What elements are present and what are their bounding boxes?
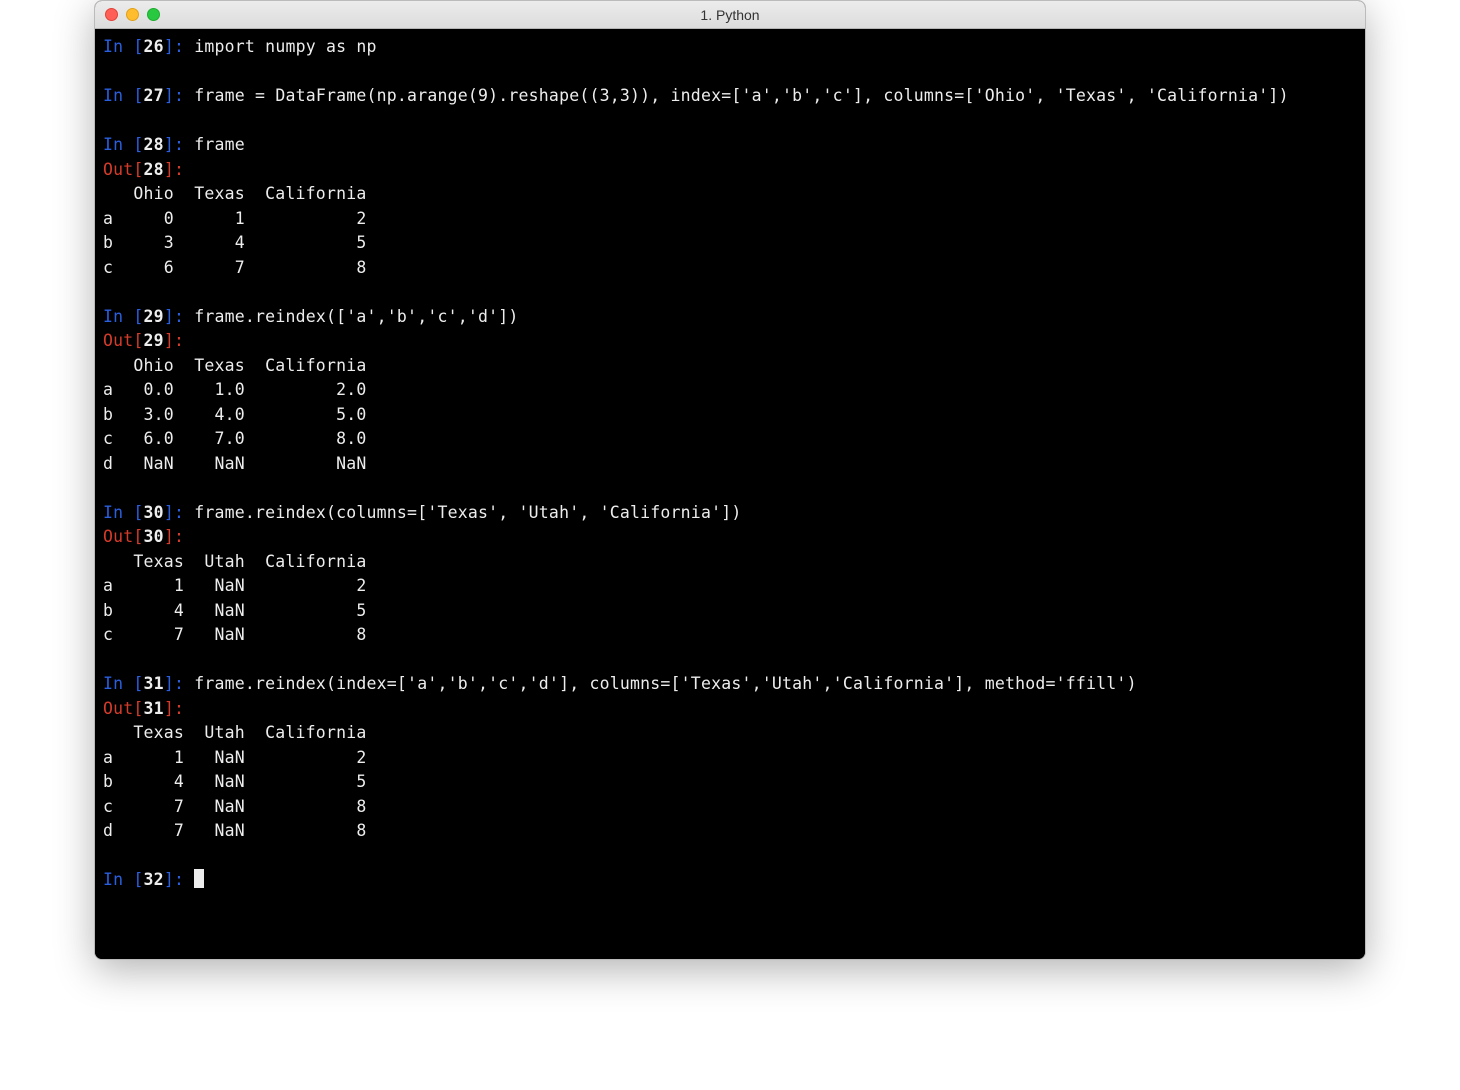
out-prompt-number: 28 xyxy=(144,160,164,179)
in-prompt-number: 32 xyxy=(144,870,164,889)
code-input: frame.reindex(columns=['Texas', 'Utah', … xyxy=(194,503,741,522)
out-prompt: Out[ xyxy=(103,527,144,546)
in-prompt: In [ xyxy=(103,503,144,522)
out-prompt: ]: xyxy=(164,699,184,718)
code-output: Texas Utah California a 1 NaN 2 b 4 NaN … xyxy=(103,723,366,840)
in-prompt: In [ xyxy=(103,870,144,889)
in-prompt-number: 30 xyxy=(144,503,164,522)
in-prompt: In [ xyxy=(103,37,144,56)
code-input: frame.reindex(index=['a','b','c','d'], c… xyxy=(194,674,1136,693)
code-output: Ohio Texas California a 0 1 2 b 3 4 5 c … xyxy=(103,184,366,277)
out-prompt: Out[ xyxy=(103,699,144,718)
in-prompt: ]: xyxy=(164,307,184,326)
code-output: Texas Utah California a 1 NaN 2 b 4 NaN … xyxy=(103,552,366,645)
code-output: Ohio Texas California a 0.0 1.0 2.0 b 3.… xyxy=(103,356,366,473)
code-input: frame xyxy=(194,135,245,154)
code-input: frame.reindex(['a','b','c','d']) xyxy=(194,307,518,326)
in-prompt: ]: xyxy=(164,37,184,56)
out-prompt-number: 29 xyxy=(144,331,164,350)
out-prompt: ]: xyxy=(164,527,184,546)
terminal-window: 1. Python In [26]: import numpy as np In… xyxy=(94,0,1366,960)
in-prompt: ]: xyxy=(164,86,184,105)
in-prompt-number: 26 xyxy=(144,37,164,56)
titlebar[interactable]: 1. Python xyxy=(95,1,1365,29)
code-input: import numpy as np xyxy=(194,37,376,56)
code-input: frame = DataFrame(np.arange(9).reshape((… xyxy=(194,86,1288,105)
terminal-content[interactable]: In [26]: import numpy as np In [27]: fra… xyxy=(95,29,1365,959)
in-prompt: In [ xyxy=(103,674,144,693)
in-prompt-number: 27 xyxy=(144,86,164,105)
out-prompt-number: 31 xyxy=(144,699,164,718)
close-icon[interactable] xyxy=(105,8,118,21)
window-controls xyxy=(105,8,160,21)
in-prompt: In [ xyxy=(103,135,144,154)
in-prompt: ]: xyxy=(164,674,184,693)
cursor-icon xyxy=(194,869,204,888)
in-prompt: ]: xyxy=(164,870,184,889)
in-prompt-number: 28 xyxy=(144,135,164,154)
in-prompt-number: 31 xyxy=(144,674,164,693)
in-prompt: In [ xyxy=(103,307,144,326)
in-prompt: In [ xyxy=(103,86,144,105)
out-prompt: ]: xyxy=(164,331,184,350)
zoom-icon[interactable] xyxy=(147,8,160,21)
window-title: 1. Python xyxy=(700,7,759,23)
in-prompt: ]: xyxy=(164,503,184,522)
out-prompt-number: 30 xyxy=(144,527,164,546)
out-prompt: Out[ xyxy=(103,331,144,350)
out-prompt: ]: xyxy=(164,160,184,179)
in-prompt-number: 29 xyxy=(144,307,164,326)
in-prompt: ]: xyxy=(164,135,184,154)
out-prompt: Out[ xyxy=(103,160,144,179)
minimize-icon[interactable] xyxy=(126,8,139,21)
